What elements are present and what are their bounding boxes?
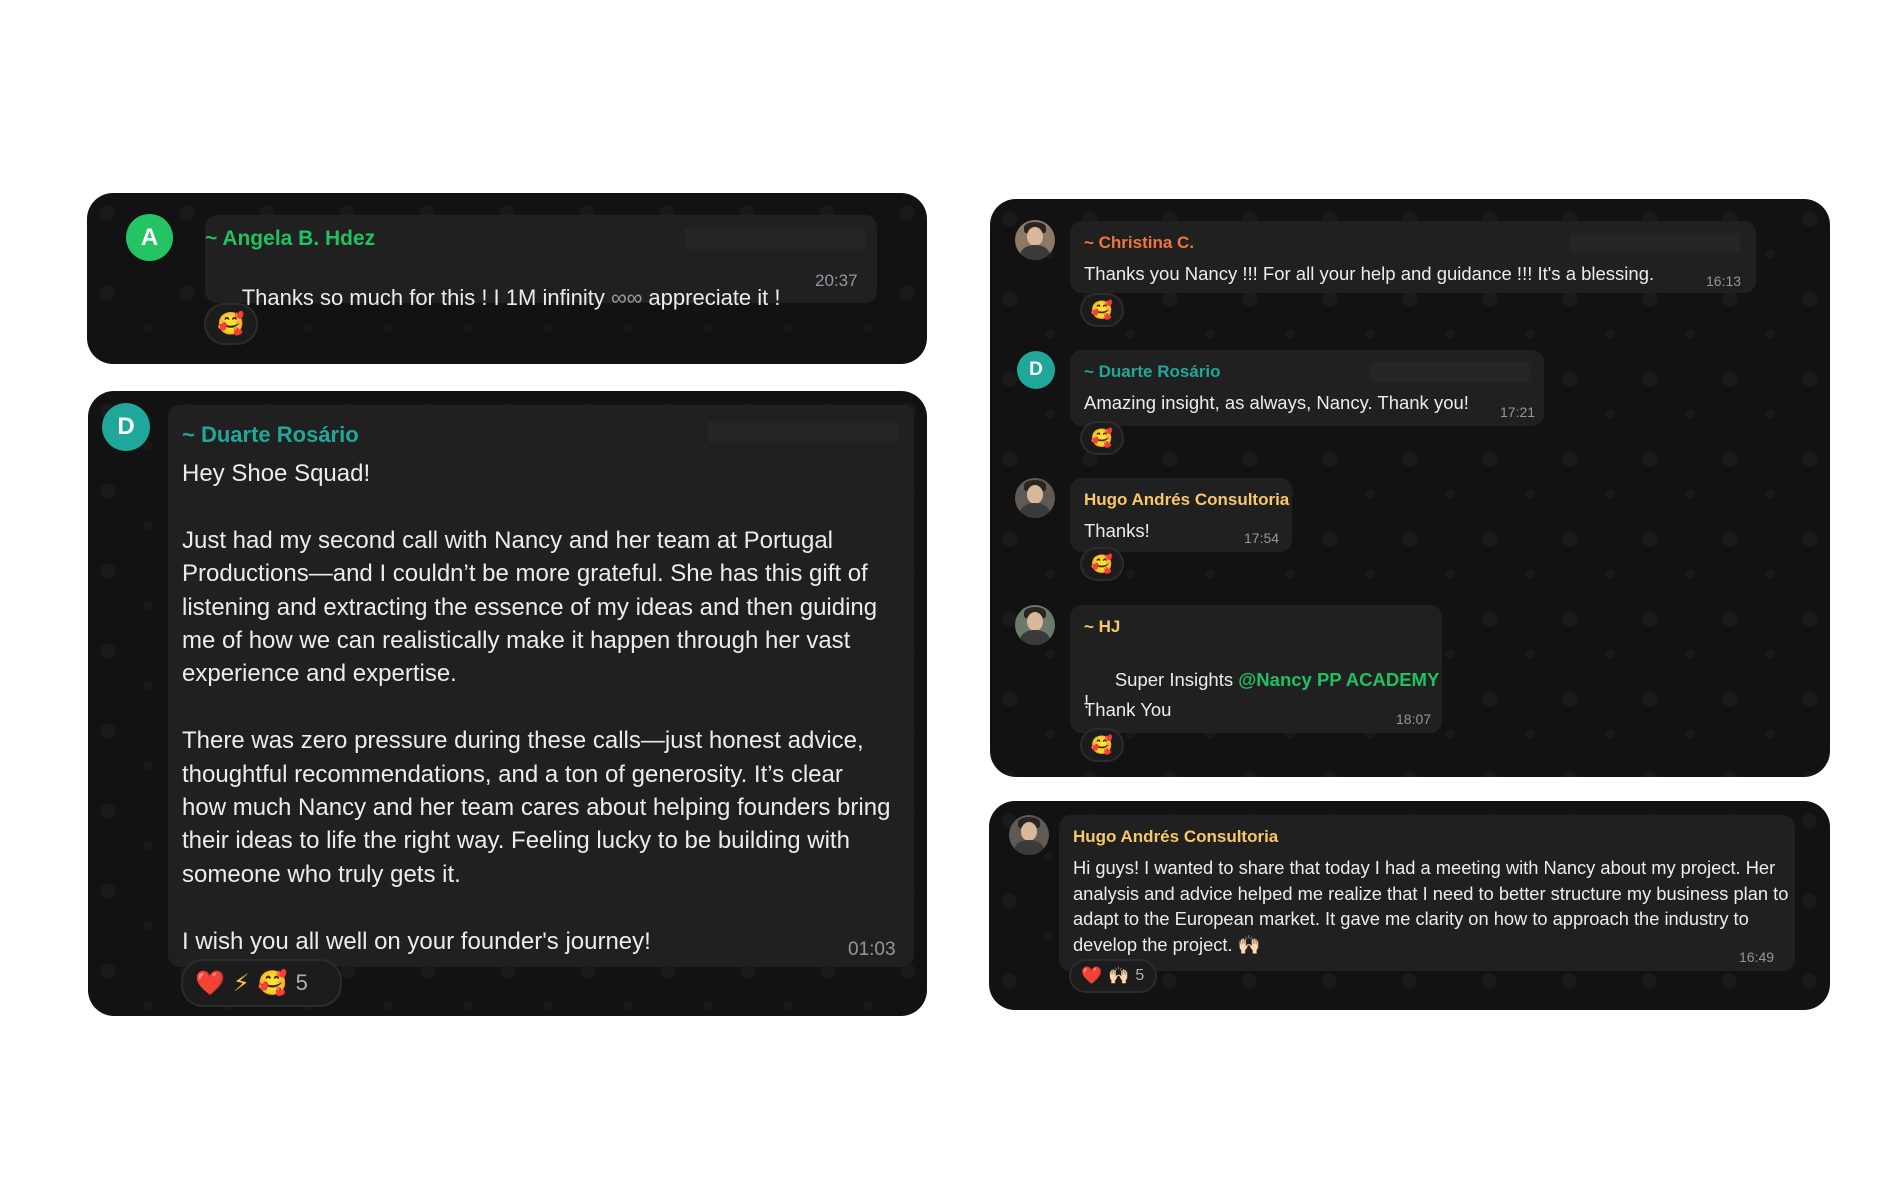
reaction-pill[interactable]: 🥰 — [204, 303, 258, 345]
message-bubble[interactable]: ~ Duarte Rosário Amazing insight, as alw… — [1070, 350, 1544, 426]
avatar-angela[interactable]: A — [126, 214, 173, 261]
chat-card-angela: A ~ Angela B. Hdez Thanks so much for th… — [87, 193, 927, 364]
message-time: 18:07 — [1396, 711, 1432, 727]
redacted-phone — [708, 421, 898, 443]
message-bubble[interactable]: ~ Christina C. Thanks you Nancy !!! For … — [1070, 221, 1756, 293]
avatar-hj[interactable] — [1015, 605, 1055, 645]
avatar-christina[interactable] — [1015, 220, 1055, 260]
heart-icon: ❤️ — [1081, 966, 1103, 985]
avatar-hugo[interactable] — [1015, 478, 1055, 518]
message-text-part: appreciate it ! — [642, 285, 781, 310]
reaction-pill[interactable]: 🥰 — [1080, 547, 1124, 581]
message-text-part: Super Insights — [1114, 669, 1239, 690]
message-text: Hey Shoe Squad! Just had my second call … — [182, 460, 891, 955]
message-text: Amazing insight, as always, Nancy. Thank… — [1084, 392, 1469, 413]
message-text-part: Thanks so much for this ! I 1M infinity — [241, 285, 611, 310]
sender-name[interactable]: ~ Duarte Rosário — [1084, 362, 1221, 382]
sender-name[interactable]: ~ Duarte Rosário — [182, 422, 359, 448]
smiling-face-hearts-icon: 🥰 — [1090, 553, 1114, 574]
mention-link[interactable]: @Nancy PP ACADEMY — [1238, 669, 1439, 690]
raising-hands-icon: 🙌🏻 — [1108, 966, 1130, 985]
sender-name[interactable]: Hugo Andrés Consultoria — [1084, 490, 1289, 510]
avatar-duarte[interactable]: D — [102, 403, 150, 451]
message-text: Thanks! — [1084, 520, 1150, 541]
heart-icon: ❤️ — [195, 969, 225, 997]
smiling-face-hearts-icon: 🥰 — [217, 311, 245, 336]
message-bubble[interactable]: ~ Duarte Rosário Hey Shoe Squad! Just ha… — [168, 405, 914, 967]
message-time: 01:03 — [848, 939, 896, 960]
sender-name[interactable]: ~ HJ — [1084, 617, 1120, 637]
reaction-pill[interactable]: 🥰 — [1080, 421, 1124, 455]
message-time: 16:13 — [1706, 273, 1742, 289]
message-text: Thanks you Nancy !!! For all your help a… — [1084, 263, 1655, 284]
sender-name[interactable]: ~ Christina C. — [1084, 233, 1194, 253]
reaction-count: 5 — [1135, 967, 1145, 984]
message-time: 16:49 — [1739, 949, 1775, 965]
message-text: Hi guys! I wanted to share that today I … — [1073, 857, 1794, 955]
reaction-count: 5 — [295, 970, 308, 995]
smiling-face-hearts-icon: 🥰 — [1090, 299, 1114, 320]
message-bubble[interactable]: Hugo Andrés Consultoria Thanks! 17:54 — [1070, 478, 1292, 552]
chat-card-group: ~ Christina C. Thanks you Nancy !!! For … — [990, 199, 1830, 777]
message-text: Thanks so much for this ! I 1M infinity … — [205, 259, 781, 337]
reaction-pill[interactable]: 🥰 — [1080, 293, 1124, 327]
redacted-phone — [1370, 362, 1530, 382]
message-text-line: Thank You — [1084, 699, 1172, 720]
smiling-face-hearts-icon: 🥰 — [1090, 427, 1114, 448]
chat-card-duarte: D ~ Duarte Rosário Hey Shoe Squad! Just … — [88, 391, 927, 1016]
avatar-hugo[interactable] — [1009, 815, 1049, 855]
message-time: 17:54 — [1244, 530, 1280, 546]
avatar-duarte[interactable]: D — [1017, 351, 1055, 389]
reaction-pill[interactable]: 🥰 — [1080, 728, 1124, 762]
smiling-face-hearts-icon: 🥰 — [257, 969, 288, 997]
chat-card-hugo: Hugo Andrés Consultoria Hi guys! I wante… — [989, 801, 1830, 1010]
message-bubble[interactable]: ~ HJ Super Insights @Nancy PP ACADEMY ! … — [1070, 605, 1442, 733]
message-text: Super Insights @Nancy PP ACADEMY ! — [1084, 647, 1442, 735]
reaction-pill[interactable]: ❤️ 🙌🏻 5 — [1069, 959, 1157, 993]
message-time: 20:37 — [815, 271, 858, 290]
lightning-icon: ⚡ — [232, 969, 250, 997]
redacted-phone — [685, 227, 865, 251]
infinity-icon: ∞∞ — [610, 285, 643, 310]
sender-name[interactable]: Hugo Andrés Consultoria — [1073, 827, 1278, 847]
message-bubble[interactable]: Hugo Andrés Consultoria Hi guys! I wante… — [1059, 815, 1795, 971]
redacted-phone — [1570, 233, 1740, 253]
message-time: 17:21 — [1500, 404, 1536, 420]
message-bubble[interactable]: ~ Angela B. Hdez Thanks so much for this… — [205, 215, 877, 310]
smiling-face-hearts-icon: 🥰 — [1090, 734, 1114, 755]
reaction-pill[interactable]: ❤️ ⚡ 🥰 5 — [181, 959, 342, 1007]
sender-name[interactable]: ~ Angela B. Hdez — [205, 227, 375, 251]
